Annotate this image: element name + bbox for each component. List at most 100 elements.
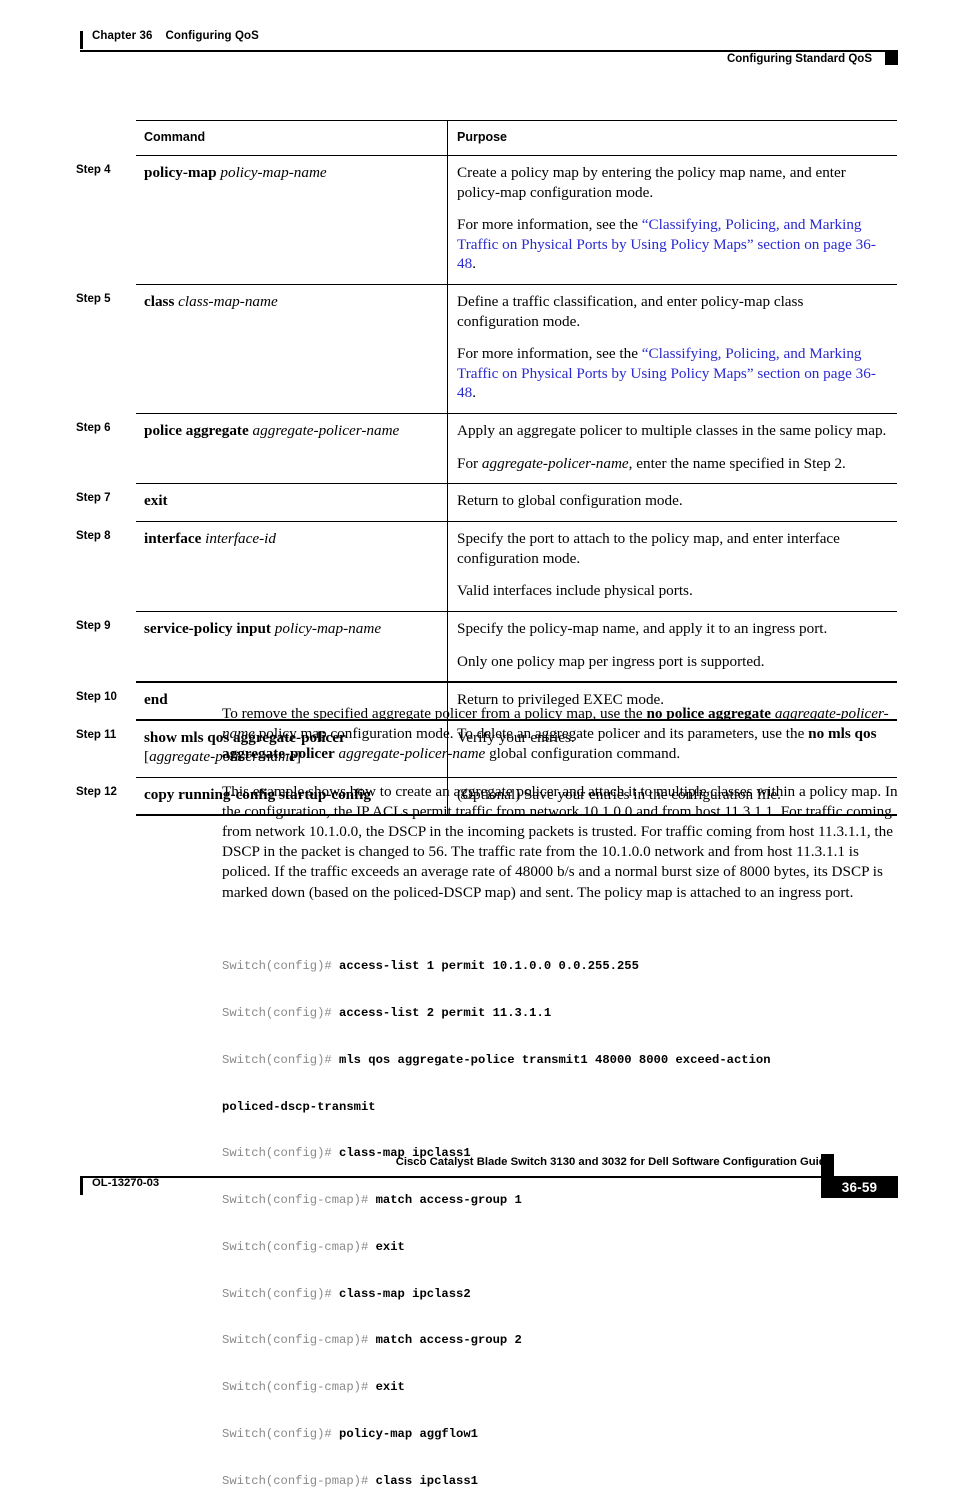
footer-marker-square-icon [821, 1154, 834, 1176]
code-line: Switch(config)# access-list 2 permit 11.… [222, 1006, 922, 1022]
para1-i2: aggregate-policer-name [338, 745, 486, 763]
purpose-reference: For more information, see the “Classifyi… [457, 344, 887, 403]
header-chapter-number: Chapter 36 [92, 30, 153, 42]
code-line-continuation: policed-dscp-transmit [222, 1100, 922, 1116]
reference-prefix: For more information, see the [457, 345, 642, 363]
table-cell-command: interface interface-id [136, 522, 447, 611]
note-suffix: , enter the name specified in Step 2. [628, 454, 846, 472]
command-argument: policy-map-name [274, 620, 382, 638]
table-row: Step 5 class class-map-name Define a tra… [76, 285, 897, 413]
code-command: policy-map aggflow1 [339, 1427, 478, 1441]
paragraph-example-description: This example shows how to create an aggr… [222, 782, 898, 901]
step-label: Step 6 [76, 422, 111, 435]
code-command: class ipclass1 [375, 1473, 478, 1488]
code-command: exit [375, 1239, 405, 1254]
command-keyword: service-policy input [144, 620, 271, 638]
table-cell-command: policy-map policy-map-name [136, 156, 447, 284]
code-prompt: Switch(config)# [222, 1146, 340, 1161]
code-line: Switch(config)# policy-map aggflow1 [222, 1427, 922, 1443]
command-argument: class-map-name [178, 293, 278, 311]
table-cell-purpose: Specify the port to attach to the policy… [447, 522, 897, 611]
footer-page-number: 36-59 [821, 1176, 898, 1198]
code-prompt: Switch(config)# [222, 1005, 340, 1020]
table-row: Step 9 service-policy input policy-map-n… [76, 612, 897, 682]
code-line: Switch(config-pmap)# class ipclass1 [222, 1474, 922, 1490]
table-col-header-purpose: Purpose [447, 121, 897, 155]
body-text-block: To remove the specified aggregate police… [222, 704, 898, 920]
command-keyword: policy-map [144, 164, 217, 182]
code-prompt: Switch(config)# [222, 1286, 340, 1301]
step-label: Step 9 [76, 620, 111, 633]
para1-t1: To remove the specified aggregate police… [222, 705, 647, 722]
purpose-note: For aggregate-policer-name, enter the na… [457, 454, 887, 474]
table-cell-command: exit [136, 484, 447, 521]
table-cell-purpose: Specify the policy-map name, and apply i… [447, 612, 897, 682]
code-line: Switch(config-cmap)# exit [222, 1240, 922, 1256]
table-cell-command: police aggregate aggregate-policer-name [136, 414, 447, 483]
code-line: Switch(config)# mls qos aggregate-police… [222, 1053, 922, 1069]
step-label: Step 11 [76, 728, 117, 741]
table-col-header-command: Command [144, 130, 206, 145]
table-cell-purpose: Return to global configuration mode. [447, 484, 897, 521]
command-argument: aggregate-policer-name [252, 422, 400, 440]
command-argument: policy-map-name [220, 164, 327, 182]
table-header-row: Command Purpose [136, 121, 897, 155]
code-line: Switch(config-cmap)# match access-group … [222, 1193, 922, 1209]
step-label: Step 5 [76, 293, 111, 306]
code-prompt: Switch(config)# [222, 1427, 340, 1441]
header-chapter-line: Chapter 36 Configuring QoS [80, 30, 900, 49]
code-prompt: Switch(config-cmap)# [222, 1333, 376, 1348]
step-label: Step 12 [76, 785, 117, 798]
purpose-note: Valid interfaces include physical ports. [457, 582, 693, 600]
table-cell-purpose: Apply an aggregate policer to multiple c… [447, 414, 897, 484]
purpose-reference: For more information, see the “Classifyi… [457, 215, 887, 274]
step-label: Step 7 [76, 492, 111, 505]
para1-t5: global configuration command. [485, 745, 681, 763]
header-chapter-text: Chapter 36 Configuring QoS [92, 30, 259, 42]
header-section-line: Configuring Standard QoS [80, 50, 898, 72]
table-cell-purpose: Define a traffic classification, and ent… [447, 285, 897, 413]
code-command: match access-group 2 [375, 1333, 522, 1348]
table-row: Step 8 interface interface-id Specify th… [76, 522, 897, 611]
code-command: policed-dscp-transmit [222, 1099, 376, 1114]
code-command: access-list 2 permit 11.3.1.1 [339, 1005, 552, 1020]
note-argument: aggregate-policer-name [481, 454, 629, 472]
header-left-rule [80, 31, 83, 49]
footer-guide-title: Cisco Catalyst Blade Switch 3130 and 303… [395, 1156, 832, 1168]
step-label: Step 10 [76, 690, 117, 703]
cli-example-code-block: Switch(config)# access-list 1 permit 10.… [222, 928, 922, 1505]
code-command: access-list 1 permit 10.1.0.0 0.0.255.25… [339, 959, 639, 974]
code-command: match access-group 1 [375, 1193, 522, 1208]
code-prompt: Switch(config-cmap)# [222, 1380, 376, 1395]
command-keyword: end [144, 690, 168, 708]
header-marker-square-icon [885, 52, 898, 65]
code-prompt: Switch(config-cmap)# [222, 1239, 376, 1254]
page-header: Chapter 36 Configuring QoS Configuring St… [0, 0, 954, 80]
table-cell-command: service-policy input policy-map-name [136, 612, 447, 681]
code-prompt: Switch(config-cmap)# [222, 1193, 376, 1208]
footer-document-number: OL-13270-03 [92, 1177, 160, 1189]
step-label: Step 4 [76, 164, 111, 177]
purpose-text: Apply an aggregate policer to multiple c… [457, 422, 887, 440]
command-keyword: exit [144, 492, 168, 510]
purpose-text: Define a traffic classification, and ent… [457, 293, 804, 330]
reference-prefix: For more information, see the [457, 216, 642, 234]
command-keyword: police aggregate [144, 422, 249, 440]
table-cell-purpose: Create a policy map by entering the poli… [447, 156, 897, 284]
reference-suffix: . [472, 384, 476, 402]
purpose-text: Specify the policy-map name, and apply i… [457, 620, 828, 638]
step-label: Step 8 [76, 530, 111, 543]
command-keyword: class [144, 293, 175, 311]
code-prompt: Switch(config-pmap)# [222, 1473, 376, 1488]
table-row: Step 7 exit Return to global configurati… [76, 484, 897, 521]
table-cell-command: class class-map-name [136, 285, 447, 413]
code-line: Switch(config-cmap)# exit [222, 1380, 922, 1396]
code-prompt: Switch(config)# [222, 959, 340, 974]
purpose-text: Specify the port to attach to the policy… [457, 530, 840, 567]
code-prompt: Switch(config)# [222, 1052, 340, 1067]
code-command: class-map ipclass2 [339, 1286, 471, 1301]
table-row: Step 4 policy-map policy-map-name Create… [76, 156, 897, 284]
footer-left-rule [80, 1178, 83, 1195]
command-argument: interface-id [205, 530, 276, 548]
purpose-text: Create a policy map by entering the poli… [457, 164, 846, 201]
